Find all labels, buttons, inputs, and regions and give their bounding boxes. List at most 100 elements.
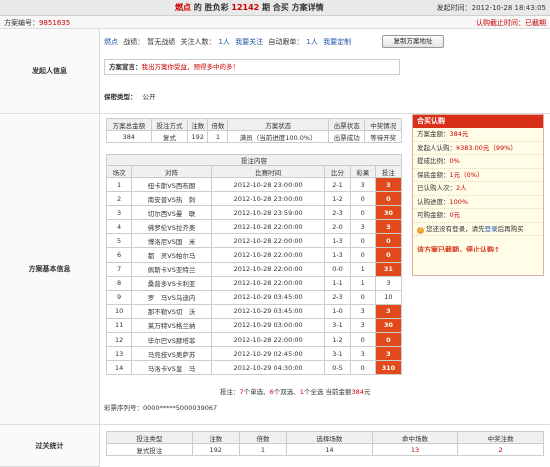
match-header-cell: 比分 xyxy=(324,165,351,178)
pass-section: 投注类型 注数 倍数 选择场数 命中场数 中奖注数 复式投注 192 1 14 13 2 xyxy=(100,425,550,467)
initiator-section: 燃点 战绩： 暂无战绩 关注人数： 1人 我要关注 自动跟单： 1人 我要定制 复制方… xyxy=(100,29,550,114)
summary-header-cell: 出票状态 xyxy=(327,118,366,131)
login-suffix: 后再购买 xyxy=(497,224,524,233)
page-title: 燃点 的 胜负彩 12142 期 合买 方案详情 xyxy=(175,3,324,12)
record-value: 暂无战绩 xyxy=(147,38,176,46)
match-score: 2-3 xyxy=(324,289,351,305)
buy-line-label: 方案金额： xyxy=(417,130,450,138)
copy-plan-address-button[interactable]: 复制方案地址 xyxy=(382,35,444,48)
initiator-section-label: 发起人信息 xyxy=(0,29,100,114)
summary-value-cell: 384 xyxy=(106,130,152,143)
match-result: 3 xyxy=(349,346,376,362)
match-result: 3 xyxy=(349,317,376,334)
basic-section: 方案总金额 投注方式 注数 倍数 方案状态 出票状态 中奖情况 384 复式 192 1 满员（当前… xyxy=(100,114,410,425)
plan-number: 方案编号：9851635 xyxy=(4,18,70,28)
plan-number-value: 9851635 xyxy=(39,19,71,27)
buy-panel-line: 可购金额：0元 xyxy=(413,209,543,223)
auto-follow-value: 1人 xyxy=(306,38,318,46)
match-teams: 佩斯卡VS亚特兰 xyxy=(131,261,212,277)
buy-line-value: ¥383.00元（99%） xyxy=(456,143,517,152)
match-teams: 毕尔巴VS赫塔菲 xyxy=(131,332,212,348)
match-time: 2012-10-28 23:00:00 xyxy=(210,191,326,207)
match-score: 1-2 xyxy=(324,191,351,207)
match-bet: 10 xyxy=(374,289,403,305)
match-header-cell: 比赛时间 xyxy=(210,165,326,178)
match-score: 0-5 xyxy=(324,360,351,376)
match-score: 1-2 xyxy=(324,332,351,348)
match-teams: 马洛卡VS皇 马 xyxy=(131,360,212,376)
match-row: 1 纽卡斯VS西布朗 2012-10-28 23:00:00 2-1 3 3 xyxy=(105,176,403,193)
closed-notice: 该方案已截期，停止认购↑ xyxy=(417,246,500,252)
buy-panel-line: 提成比例：0% xyxy=(413,155,543,169)
lottery-type: 胜负彩 xyxy=(204,3,229,12)
summary-prefix: 投注： xyxy=(220,388,240,396)
buy-line-label: 保底金额： xyxy=(417,170,450,179)
match-time: 2012-10-28 22:00:00 xyxy=(210,247,326,263)
pass-stats-table: 投注类型 注数 倍数 选择场数 命中场数 中奖注数 复式投注 192 1 14 13 2 xyxy=(106,431,544,456)
ticket-serial-label: 彩票序列号： xyxy=(104,404,143,412)
pass-value-cell: 2 xyxy=(457,443,544,456)
plan-declaration: 方案宣言：我出方案你受益，预得多中的多！ xyxy=(104,59,400,75)
record-label: 战绩： xyxy=(123,38,145,46)
match-bet: 31 xyxy=(374,261,403,277)
match-row: 7 佩斯卡VS亚特兰 2012-10-28 22:00:00 0-0 1 31 xyxy=(105,261,403,277)
match-time: 2012-10-28 22:00:00 xyxy=(210,275,326,291)
summary-header-cell: 方案总金额 xyxy=(106,118,152,131)
login-link[interactable]: 登录 xyxy=(485,225,498,233)
match-teams: 博洛尼VS国 米 xyxy=(131,233,212,249)
summary-value-cell: 等待开奖 xyxy=(364,130,402,143)
buy-panel-title: 合买认购 xyxy=(413,115,543,128)
match-teams: 莱万特VS格兰纳 xyxy=(131,317,212,334)
pass-header-cell: 中奖注数 xyxy=(457,431,544,444)
summary-header-cell: 投注方式 xyxy=(150,118,189,131)
pass-header-cell: 倍数 xyxy=(238,431,288,444)
match-number: 3 xyxy=(105,205,133,221)
summary-double-label: 个双选、 xyxy=(273,388,300,396)
match-time: 2012-10-28 22:00:00 xyxy=(210,233,326,249)
match-bet: 30 xyxy=(374,317,403,334)
buy-line-label: 认购进度： xyxy=(417,197,450,206)
match-number: 1 xyxy=(105,176,133,193)
match-teams: 佛罗伦VS拉齐奥 xyxy=(131,219,212,235)
match-time: 2012-10-28 23:00:00 xyxy=(210,176,326,193)
summary-value-cell: 出票成功 xyxy=(327,130,366,143)
match-result: 1 xyxy=(349,261,376,277)
match-row: 10 那不勒VS切 沃 2012-10-29 03:45:00 1-0 3 3 xyxy=(105,303,403,319)
bet-content-caption: 投注内容 xyxy=(106,154,402,166)
match-number: 5 xyxy=(105,233,133,249)
login-prompt: ! 您还没有登录，请先登录后再购买 xyxy=(413,223,543,236)
match-bet: 3 xyxy=(374,176,403,193)
summary-header-cell: 倍数 xyxy=(207,118,229,131)
info-icon: ! xyxy=(417,226,424,234)
buy-line-label: 可购金额： xyxy=(417,211,450,219)
match-number: 2 xyxy=(105,191,133,207)
summary-value-cell: 满员（当前进度100.0%） xyxy=(227,130,329,143)
buy-panel-line: 方案金额：384元 xyxy=(413,128,543,142)
buy-panel: 合买认购 方案金额：384元 发起人认购：¥383.00元（99%） 提成比例：0%… xyxy=(412,114,544,276)
pass-section-label: 过关统计 xyxy=(0,425,100,467)
initiator-name[interactable]: 燃点 xyxy=(104,38,118,46)
launch-time: 发起时间：2012-10-28 18:43:05 xyxy=(436,4,546,12)
followers-value: 1人 xyxy=(218,38,230,46)
buy-line-value: 1元（0%） xyxy=(449,170,484,179)
match-result: 1 xyxy=(349,275,376,291)
buy-line-label: 发起人认购： xyxy=(417,143,456,152)
match-teams: 切尔西VS曼 联 xyxy=(131,205,212,221)
basic-section-label: 方案基本信息 xyxy=(0,114,100,425)
buy-line-value: 100% xyxy=(449,197,469,206)
customize-link[interactable]: 我要定制 xyxy=(323,38,351,46)
match-row: 14 马洛卡VS皇 马 2012-10-29 04:30:00 0-5 0 310 xyxy=(105,360,403,376)
match-number: 12 xyxy=(105,332,133,348)
privacy-value: 公开 xyxy=(142,93,156,101)
match-result: 0 xyxy=(349,332,376,348)
bet-content-table: 投注内容 场次 对阵 比赛时间 比分 彩果 投注 1 纽卡斯VS西布朗 2012-10-28 … xyxy=(105,154,403,376)
summary-amount: 384 xyxy=(351,388,364,396)
follow-link[interactable]: 我要关注 xyxy=(235,38,263,46)
declaration-text: 我出方案你受益，预得多中的多！ xyxy=(141,63,240,71)
buy-panel-line: 保底金额：1元（0%） xyxy=(413,169,543,182)
pass-value-cell: 192 xyxy=(191,443,240,456)
login-prefix: 您还没有登录，请先 xyxy=(426,224,485,233)
match-bet: 0 xyxy=(374,191,403,207)
match-header-cell: 场次 xyxy=(105,165,133,178)
match-result: 3 xyxy=(349,219,376,235)
